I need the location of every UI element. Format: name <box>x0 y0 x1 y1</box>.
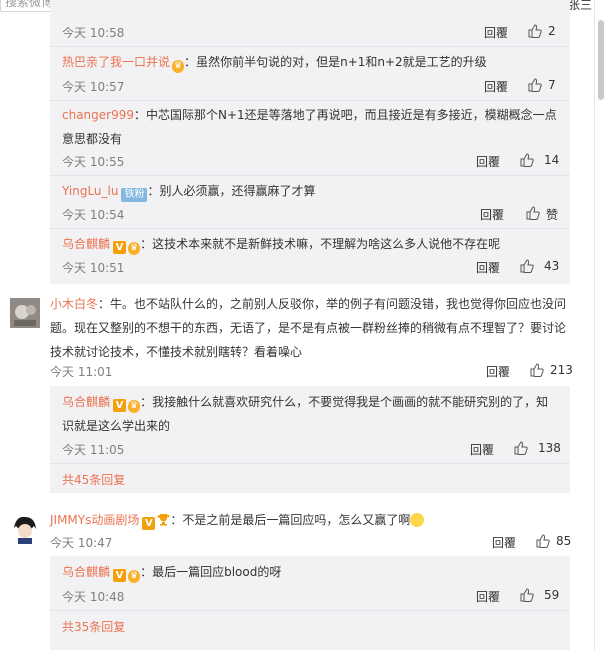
sub-reply: 乌合麒麟V♛：最后一篇回应blood的呀 <box>62 560 558 584</box>
comment: 小木白冬：牛。也不站队什么的，之前别人反驳你，举的例子有问题没错，我也觉得你回应… <box>0 294 594 490</box>
fan-badge: 铁粉 <box>121 188 147 202</box>
reply-text: ：虽然你前半句说的对，但是n+1和n+2就是工艺的升级 <box>184 55 487 69</box>
reply-button[interactable]: 回覆 <box>476 259 500 276</box>
verified-badge: V <box>113 399 126 412</box>
reply-username[interactable]: 乌合麒麟 <box>62 565 110 579</box>
like-count: 43 <box>544 259 559 273</box>
reply-button[interactable]: 回覆 <box>486 363 510 380</box>
reply-time: 今天 11:05 <box>62 441 124 458</box>
like-count: 赞 <box>546 206 558 223</box>
sub-reply-panel-top: 今天 10:58 回覆 2 热巴亲了我一口并说♛：虽然你前半句说的对，但是n+1… <box>50 0 570 284</box>
thumbs-up-icon[interactable] <box>514 441 528 455</box>
scrollbar-thumb[interactable] <box>598 20 604 100</box>
reply-username[interactable]: YingLu_lu <box>62 184 118 198</box>
comment-text: ：不是之前是最后一篇回应吗，怎么又赢了啊 <box>170 513 410 527</box>
reply-text: ：最后一篇回应blood的呀 <box>140 565 281 579</box>
like-count: 138 <box>538 441 561 455</box>
sub-reply-panel: 乌合麒麟V♛：我接触什么就喜欢研究什么，不要觉得我是个画画的就不能研究别的了，知… <box>50 386 570 493</box>
reply-time: 今天 10:57 <box>62 78 124 95</box>
reply-time: 今天 10:55 <box>62 153 124 170</box>
divider <box>50 610 570 611</box>
reply-text: ：这技术本来就不是新鲜技术嘛，不理解为啥这么多人说他不存在呢 <box>140 237 500 251</box>
comment-body: JIMMYs动画剧场V ：不是之前是最后一篇回应吗，怎么又赢了啊 <box>50 508 570 532</box>
avatar[interactable] <box>10 514 40 544</box>
thumbs-up-icon[interactable] <box>520 588 534 602</box>
verified-badge: V <box>142 517 155 530</box>
reply-time: 今天 10:58 <box>62 24 124 41</box>
level-badge: ♛ <box>128 570 140 583</box>
thumbs-up-icon[interactable] <box>526 206 540 220</box>
divider <box>50 463 570 464</box>
verified-badge: V <box>113 241 126 254</box>
user-name[interactable]: 张三 <box>568 0 592 13</box>
reply-text: ：中芯国际那个N+1还是等落地了再说吧，而且接近是有多接近，模糊概念一点意思都没… <box>62 108 557 146</box>
comment-username[interactable]: JIMMYs动画剧场 <box>50 513 139 527</box>
sub-reply: YingLu_lu铁粉：别人必须赢，还得赢麻了才算 <box>62 179 558 203</box>
divider <box>50 100 570 101</box>
thumbs-up-icon[interactable] <box>528 24 542 38</box>
reply-button[interactable]: 回覆 <box>476 153 500 170</box>
reply-button[interactable]: 回覆 <box>480 206 504 223</box>
reply-username[interactable]: 乌合麒麟 <box>62 237 110 251</box>
reply-username[interactable]: 乌合麒麟 <box>62 395 110 409</box>
like-count: 2 <box>548 24 556 38</box>
comment-username[interactable]: 小木白冬 <box>50 297 98 311</box>
like-count: 85 <box>556 534 571 548</box>
sub-reply: 热巴亲了我一口并说♛：虽然你前半句说的对，但是n+1和n+2就是工艺的升级 <box>62 50 558 74</box>
more-replies-link[interactable]: 共45条回复 <box>62 471 125 488</box>
thumbs-up-icon[interactable] <box>530 363 544 377</box>
sub-reply: 乌合麒麟V♛：我接触什么就喜欢研究什么，不要觉得我是个画画的就不能研究别的了，知… <box>62 390 558 438</box>
more-replies-link[interactable]: 共35条回复 <box>62 618 125 635</box>
reply-button[interactable]: 回覆 <box>484 24 508 41</box>
reply-button[interactable]: 回覆 <box>470 441 494 458</box>
level-badge: ♛ <box>128 400 140 413</box>
divider <box>50 228 570 229</box>
like-count: 14 <box>544 153 559 167</box>
scrollbar[interactable] <box>594 0 606 650</box>
thumbs-up-icon[interactable] <box>536 534 550 548</box>
like-count: 213 <box>550 363 573 377</box>
like-count: 7 <box>548 78 556 92</box>
laughing-emoji-icon <box>410 513 424 527</box>
verified-badge: V <box>113 569 126 582</box>
comment-body: 小木白冬：牛。也不站队什么的，之前别人反驳你，举的例子有问题没错，我也觉得你回应… <box>50 292 570 364</box>
comment-time: 今天 10:47 <box>50 534 112 551</box>
thumbs-up-icon[interactable] <box>520 259 534 273</box>
level-badge: ♛ <box>128 242 140 255</box>
reply-button[interactable]: 回覆 <box>492 534 516 551</box>
avatar[interactable] <box>10 298 40 328</box>
reply-time: 今天 10:54 <box>62 206 124 223</box>
comment: JIMMYs动画剧场V：不是之前是最后一篇回应吗，怎么又赢了啊 今天 10:47… <box>0 510 594 650</box>
reply-username[interactable]: 热巴亲了我一口并说 <box>62 55 170 69</box>
sub-reply: changer999：中芯国际那个N+1还是等落地了再说吧，而且接近是有多接近，… <box>62 103 558 151</box>
sub-reply: 乌合麒麟V♛：这技术本来就不是新鲜技术嘛，不理解为啥这么多人说他不存在呢 <box>62 232 558 256</box>
reply-button[interactable]: 回覆 <box>484 78 508 95</box>
like-count: 59 <box>544 588 559 602</box>
reply-button[interactable]: 回覆 <box>476 588 500 605</box>
reply-time: 今天 10:48 <box>62 588 124 605</box>
thumbs-up-icon[interactable] <box>520 153 534 167</box>
divider <box>50 46 570 47</box>
trophy-icon <box>157 513 170 526</box>
level-badge: ♛ <box>172 60 184 73</box>
sub-reply-panel: 乌合麒麟V♛：最后一篇回应blood的呀 今天 10:48 回覆 59 共35条… <box>50 556 570 650</box>
divider <box>50 175 570 176</box>
reply-time: 今天 10:51 <box>62 259 124 276</box>
thumbs-up-icon[interactable] <box>528 78 542 92</box>
comment-text: ：牛。也不站队什么的，之前别人反驳你，举的例子有问题没错，我也觉得你回应也没问题… <box>50 297 566 359</box>
comment-time: 今天 11:01 <box>50 363 112 380</box>
reply-username[interactable]: changer999 <box>62 108 134 122</box>
reply-text: ：别人必须赢，还得赢麻了才算 <box>147 184 315 198</box>
